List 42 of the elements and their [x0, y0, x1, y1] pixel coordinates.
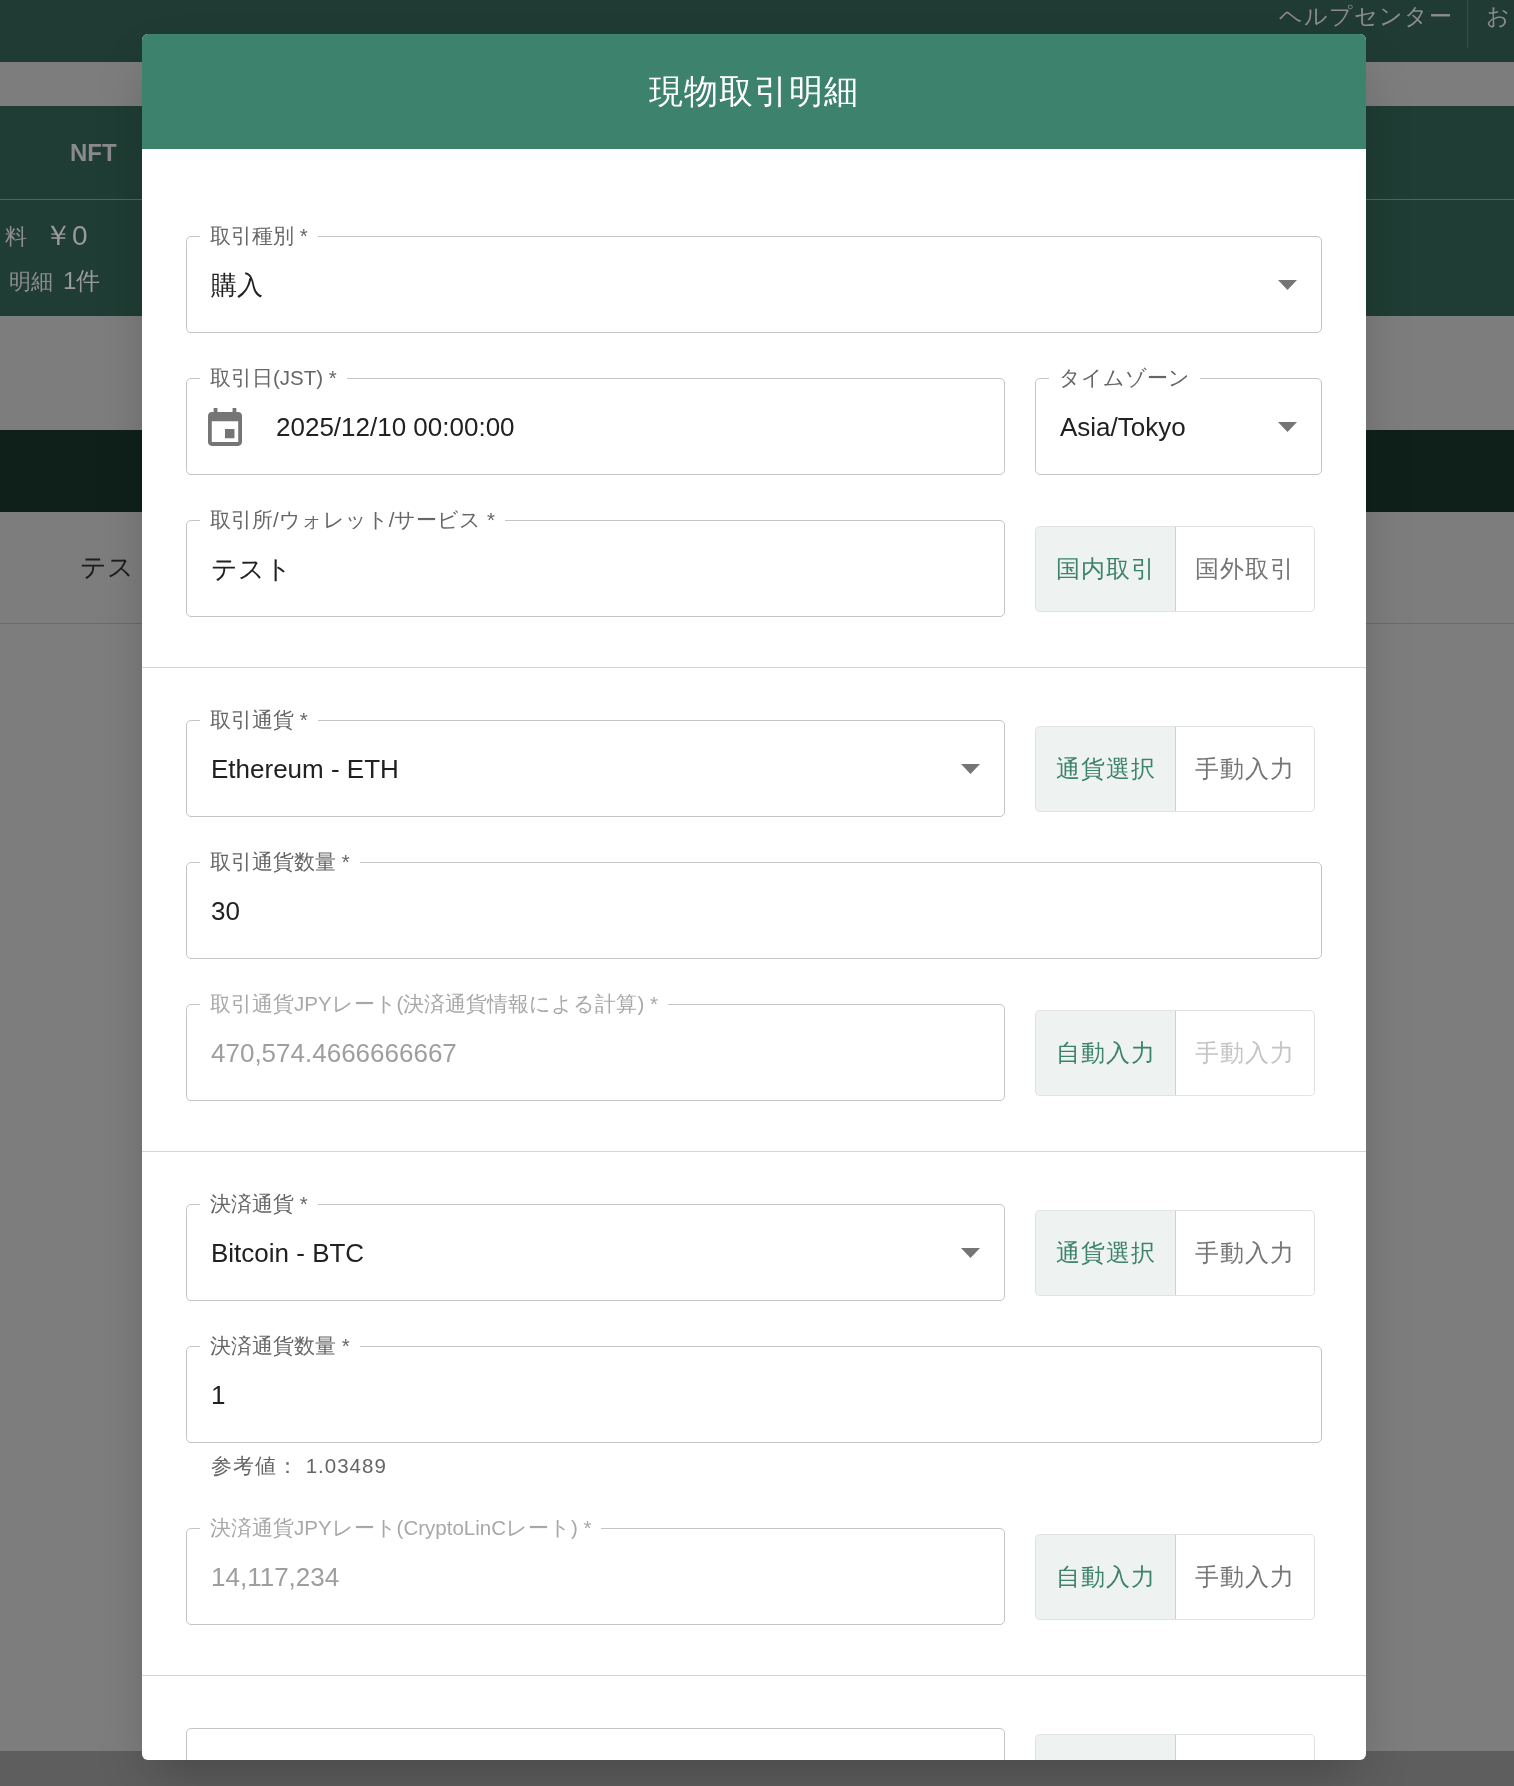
field-label: 取引通貨数量 *: [209, 850, 351, 874]
select-field[interactable]: 取引種別 * 購入: [186, 224, 1322, 333]
summary-value: ￥0: [44, 219, 88, 253]
summary-label: 料: [4, 222, 28, 251]
table-cell-text: テス: [80, 551, 134, 584]
select-field[interactable]: 取引通貨 * Ethereum - ETH: [186, 708, 1005, 817]
caret-icon: [1278, 421, 1297, 432]
toggle-button[interactable]: 通貨選択: [1035, 1210, 1176, 1296]
toggle-button[interactable]: 手動入力: [1176, 726, 1315, 812]
toggle-button[interactable]: 手動入力: [1176, 1534, 1315, 1620]
toggle-button[interactable]: 国内取引: [1035, 526, 1176, 612]
field-label: 決済通貨 *: [209, 1192, 309, 1216]
date-field[interactable]: 取引日(JST) * 2025/12/10 00:00:00: [186, 366, 1005, 475]
field-label: 取引通貨 *: [209, 708, 309, 732]
toggle-button[interactable]: 国外取引: [1176, 526, 1315, 612]
toggle-button[interactable]: 手動入力: [1176, 1210, 1315, 1296]
toggle-button[interactable]: 通貨選択: [1035, 726, 1176, 812]
field-label: 取引所/ウォレット/サービス *: [209, 508, 497, 532]
text-field[interactable]: 取引所/ウォレット/サービス * テスト: [186, 508, 1005, 617]
field-label: タイムゾーン: [1058, 366, 1191, 390]
summary-value: 1件: [63, 266, 101, 296]
caret-icon: [1278, 279, 1297, 290]
dialog-title: 現物取引明細: [649, 71, 859, 112]
helper-text: 参考値： 1.03489: [211, 1454, 387, 1477]
nav-tab[interactable]: NFT: [70, 134, 117, 171]
select-field[interactable]: タイムゾーン Asia/Tokyo: [1035, 366, 1322, 475]
field-label: 決済通貨数量 *: [209, 1334, 351, 1358]
calendar-icon: [208, 407, 242, 446]
field-label: 取引日(JST) *: [209, 366, 338, 390]
field-label: 取引種別 *: [209, 224, 309, 248]
text-field[interactable]: 決済通貨数量 * 1: [186, 1334, 1322, 1443]
summary-label: 明細: [8, 267, 54, 296]
caret-icon: [961, 763, 980, 774]
select-field[interactable]: 決済通貨 * Bitcoin - BTC: [186, 1192, 1005, 1301]
caret-icon: [961, 1247, 980, 1258]
toggle-button[interactable]: 自動入力: [1035, 1534, 1176, 1620]
header-link[interactable]: ヘルプセンター: [1279, 0, 1467, 32]
field-label: 決済通貨JPYレート(CryptoLinCレート) *: [209, 1516, 593, 1540]
field-label: 取引通貨JPYレート(決済通貨情報による計算) *: [209, 992, 659, 1016]
text-field[interactable]: 取引通貨数量 * 30: [186, 850, 1322, 959]
header-link[interactable]: お: [1467, 0, 1514, 48]
toggle-button[interactable]: 自動入力: [1035, 1010, 1176, 1096]
